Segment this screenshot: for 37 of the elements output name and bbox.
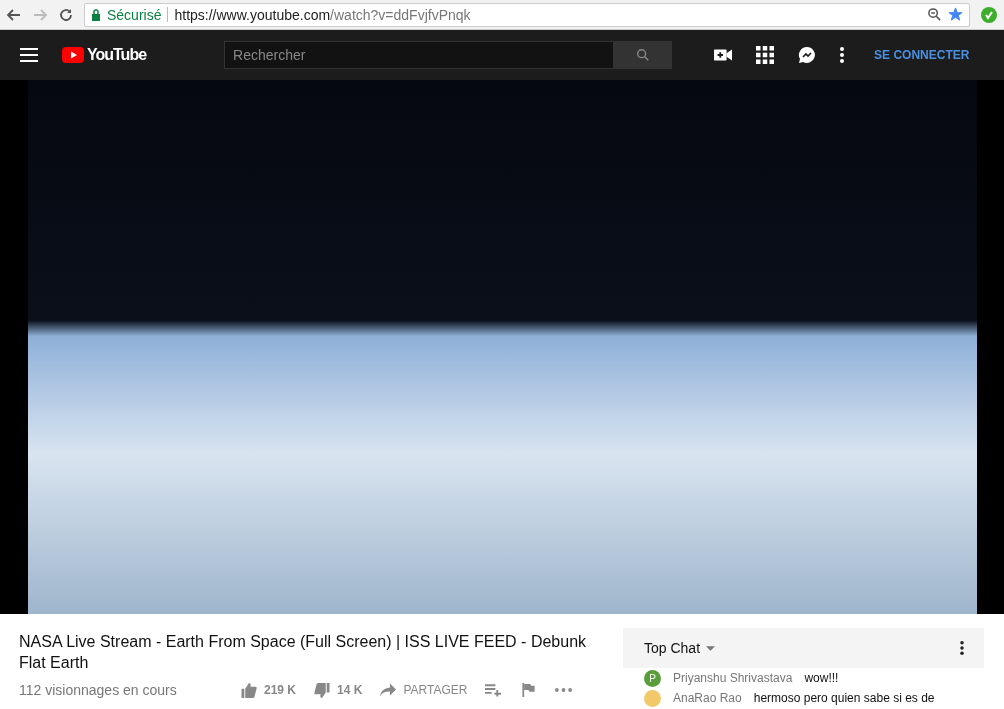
caret-icon	[706, 645, 716, 651]
video-title: NASA Live Stream - Earth From Space (Full Screen) | ISS LIVE FEED - Debunk Flat Earth	[19, 632, 588, 673]
star-icon[interactable]	[948, 7, 963, 22]
view-count: 112 visionnages en cours	[19, 682, 178, 698]
logo-text: YouTube	[87, 46, 147, 64]
chat-message: wow!!!	[804, 671, 839, 685]
play-logo-icon	[62, 47, 84, 63]
avatar: P	[644, 669, 661, 687]
url-text: https://www.youtube.com/watch?v=ddFvjfvPnqk	[174, 6, 471, 23]
back-icon[interactable]	[6, 6, 22, 23]
zoom-icon[interactable]	[927, 7, 942, 22]
video-frame-placeholder[interactable]	[27, 80, 977, 614]
thumbs-up-icon	[241, 682, 257, 698]
security-label: Sécurisé	[107, 6, 162, 23]
search-icon	[636, 48, 651, 62]
reload-icon[interactable]	[58, 6, 74, 23]
share-button[interactable]: PARTAGER	[380, 682, 468, 698]
chat-bubble-icon[interactable]	[798, 46, 817, 64]
more-vertical-icon[interactable]	[840, 47, 845, 63]
like-button[interactable]: 219 K	[241, 682, 297, 698]
chat-author: AnaRao Rao	[673, 691, 742, 705]
search-field[interactable]: Rechercher	[224, 41, 615, 69]
chat-message: hermoso pero quien sabe si es de	[753, 691, 935, 705]
chat-author: Priyanshu Shrivastava	[673, 671, 793, 685]
sign-in-link[interactable]: SE CONNECTER	[874, 48, 970, 62]
flag-icon[interactable]	[520, 683, 538, 697]
chat-mode-dropdown[interactable]: Top Chat	[644, 640, 716, 656]
dislike-button[interactable]: 14 K	[314, 682, 363, 698]
lock-icon	[91, 8, 101, 21]
more-vertical-icon[interactable]	[960, 641, 964, 655]
thumbs-down-icon	[314, 682, 331, 698]
add-to-playlist-icon[interactable]	[485, 683, 503, 697]
apps-grid-icon[interactable]	[756, 46, 775, 64]
address-bar[interactable]: Sécurisé https://www.youtube.com/watch?v=ddFvjfvPnqk	[84, 2, 970, 27]
share-arrow-icon	[380, 682, 397, 698]
extension-icon[interactable]	[980, 5, 998, 24]
menu-icon[interactable]	[20, 48, 38, 62]
